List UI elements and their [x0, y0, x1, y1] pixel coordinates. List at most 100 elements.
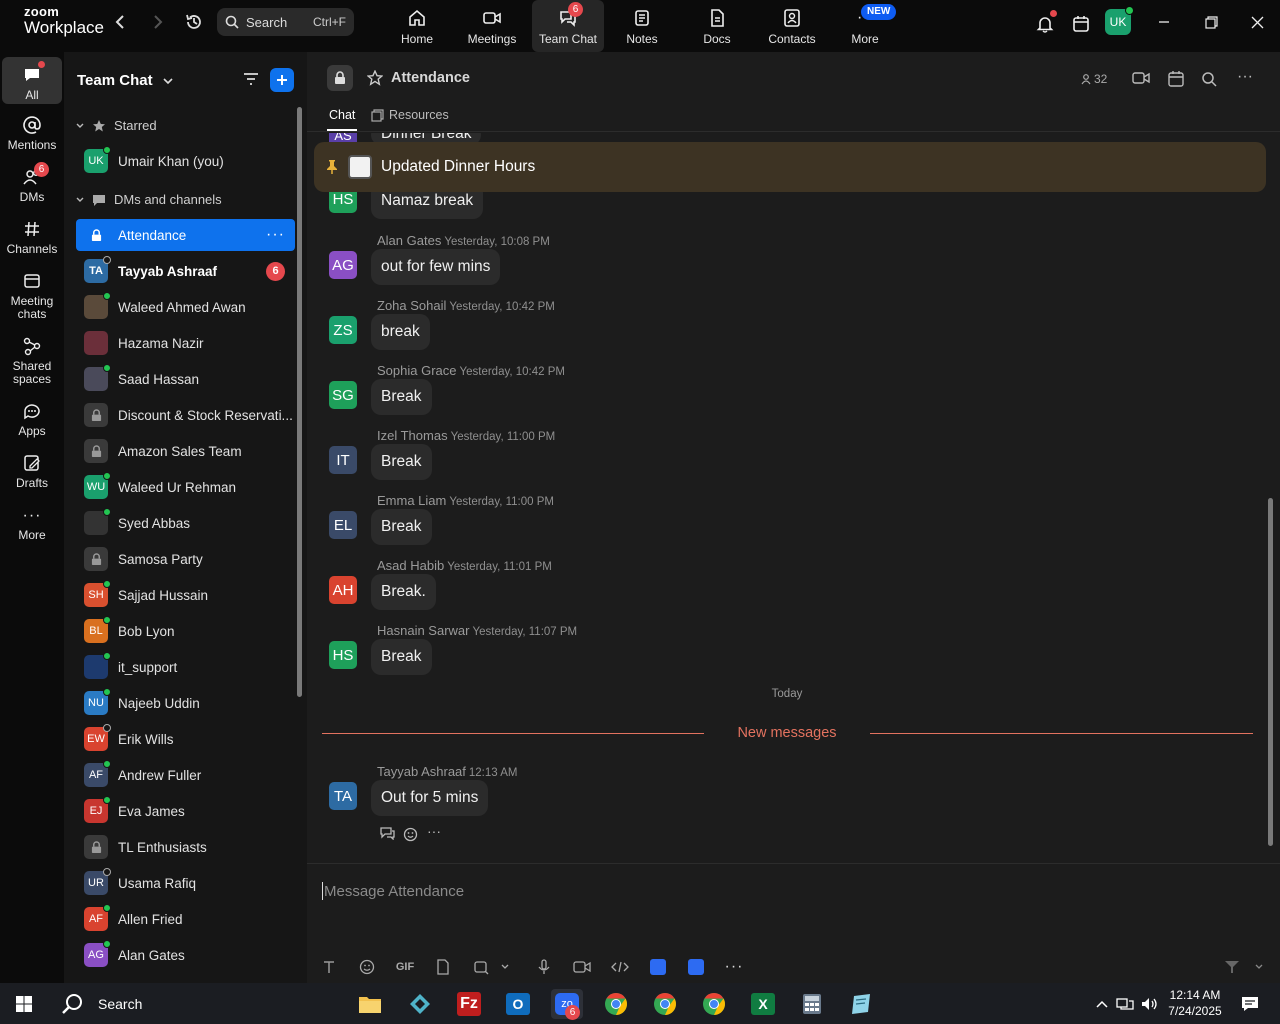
rail-all[interactable]: All: [2, 57, 62, 104]
sidebar-item-tl-enthusiasts[interactable]: TL Enthusiasts: [76, 831, 295, 863]
sender-name[interactable]: Asad Habib: [377, 558, 444, 573]
channel-more-icon[interactable]: ···: [1237, 68, 1253, 86]
avatar[interactable]: AG: [329, 251, 357, 279]
avatar[interactable]: HS: [329, 641, 357, 669]
taskbar-search[interactable]: Search: [50, 983, 350, 1024]
schedule-icon[interactable]: [1167, 70, 1185, 88]
outlook-icon[interactable]: O: [502, 989, 534, 1019]
minimize-icon[interactable]: [1150, 10, 1178, 34]
sender-name[interactable]: Izel Thomas: [377, 428, 448, 443]
sidebar-item-erik-wills[interactable]: EW Erik Wills: [76, 723, 295, 755]
sidebar-item-waleed-ur-rehman[interactable]: WU Waleed Ur Rehman: [76, 471, 295, 503]
filezilla-icon[interactable]: Fz: [453, 989, 485, 1019]
forward-arrow-icon[interactable]: [144, 10, 172, 34]
tab-meetings[interactable]: Meetings: [456, 0, 528, 52]
calendar-icon[interactable]: [1067, 12, 1095, 36]
send-icon[interactable]: [1221, 957, 1243, 977]
avatar[interactable]: ZS: [329, 316, 357, 344]
message-bubble[interactable]: Out for 5 mins: [371, 780, 489, 816]
pinned-message-banner[interactable]: Updated Dinner Hours: [314, 142, 1266, 192]
restore-icon[interactable]: [1197, 10, 1225, 34]
sender-name[interactable]: Sophia Grace: [377, 363, 457, 378]
volume-icon[interactable]: [1139, 989, 1161, 1019]
rail-dms[interactable]: 6 DMs: [0, 162, 64, 204]
sidebar-item-hazama-nazir[interactable]: Hazama Nazir: [76, 327, 295, 359]
code-snippet-icon[interactable]: [610, 957, 630, 977]
sidebar-item-najeeb-uddin[interactable]: NU Najeeb Uddin: [76, 687, 295, 719]
tab-resources[interactable]: Resources: [371, 108, 449, 122]
emoji-icon[interactable]: [357, 957, 377, 977]
sidebar-item-bob-lyon[interactable]: BL Bob Lyon: [76, 615, 295, 647]
screenshot-icon[interactable]: [471, 957, 491, 977]
calculator-icon[interactable]: [796, 989, 828, 1019]
tab-contacts[interactable]: Contacts: [756, 0, 828, 52]
back-arrow-icon[interactable]: [106, 10, 134, 34]
text-format-icon[interactable]: [319, 957, 339, 977]
sidebar-item-samosa-party[interactable]: Samosa Party: [76, 543, 295, 575]
reply-icon[interactable]: [379, 826, 395, 840]
app-diamond-icon[interactable]: [404, 989, 436, 1019]
new-chat-button[interactable]: [270, 68, 294, 92]
composer-more-icon[interactable]: ···: [724, 957, 744, 977]
rail-channels[interactable]: Channels: [0, 218, 64, 256]
message-bubble[interactable]: break: [371, 314, 430, 350]
action-center-icon[interactable]: [1234, 989, 1266, 1019]
attach-file-icon[interactable]: [433, 957, 453, 977]
rail-meeting-chats[interactable]: Meeting chats: [0, 270, 64, 321]
tab-more[interactable]: ··· More NEW: [829, 0, 901, 52]
avatar[interactable]: EL: [329, 511, 357, 539]
network-icon[interactable]: [1114, 989, 1136, 1019]
members-count[interactable]: 32: [1081, 72, 1107, 86]
starred-section-header[interactable]: Starred: [76, 118, 157, 133]
sidebar-item-waleed-ahmed-awan[interactable]: Waleed Ahmed Awan: [76, 291, 295, 323]
sidebar-item-tayyab-ashraaf[interactable]: TA Tayyab Ashraaf 6: [76, 255, 295, 287]
starred-item-umair-khan[interactable]: UK Umair Khan (you): [76, 145, 295, 177]
channel-title[interactable]: Attendance: [391, 70, 470, 86]
show-hidden-icons-chevron-icon[interactable]: [1093, 989, 1111, 1019]
message-bubble[interactable]: Break: [371, 639, 432, 675]
message-bubble[interactable]: Break: [371, 444, 432, 480]
sidebar-item-syed-abbas[interactable]: Syed Abbas: [76, 507, 295, 539]
tab-team-chat[interactable]: Team Chat 6: [532, 0, 604, 52]
gif-button[interactable]: GIF: [395, 957, 415, 977]
notepad-app-icon[interactable]: [845, 989, 877, 1019]
history-icon[interactable]: [180, 10, 208, 34]
video-message-icon[interactable]: [572, 957, 592, 977]
avatar[interactable]: TA: [329, 782, 357, 810]
sender-name[interactable]: Alan Gates: [377, 233, 441, 248]
app-icon-zoom[interactable]: [686, 957, 706, 977]
rail-drafts[interactable]: Drafts: [0, 452, 64, 490]
sidebar-item-andrew-fuller[interactable]: AF Andrew Fuller: [76, 759, 295, 791]
row-more-icon[interactable]: ···: [266, 226, 285, 244]
sidebar-item-it-support[interactable]: it_support: [76, 651, 295, 683]
sender-name[interactable]: Tayyab Ashraaf: [377, 764, 466, 779]
rail-apps[interactable]: Apps: [0, 400, 64, 438]
sidebar-item-sajjad-hussain[interactable]: SH Sajjad Hussain: [76, 579, 295, 611]
add-reaction-icon[interactable]: [403, 826, 419, 842]
channel-search-icon[interactable]: [1201, 71, 1217, 87]
message-bubble[interactable]: Break: [371, 379, 432, 415]
message-more-icon[interactable]: ···: [427, 823, 441, 839]
dms-section-header[interactable]: DMs and channels: [76, 192, 222, 207]
sidebar-item-usama-rafiq[interactable]: UR Usama Rafiq: [76, 867, 295, 899]
microphone-icon[interactable]: [534, 957, 554, 977]
message-bubble[interactable]: Break.: [371, 574, 436, 610]
message-scrollbar[interactable]: [1268, 498, 1273, 846]
sidebar-item-attendance[interactable]: Attendance ···: [76, 219, 295, 251]
sidebar-item-discount-stock-reservati[interactable]: Discount & Stock Reservati...: [76, 399, 295, 431]
video-call-icon[interactable]: [1132, 71, 1150, 85]
sender-name[interactable]: Emma Liam: [377, 493, 446, 508]
tab-docs[interactable]: Docs: [681, 0, 753, 52]
chrome-profile3-icon[interactable]: [698, 989, 730, 1019]
profile-avatar[interactable]: UK: [1105, 6, 1134, 35]
rail-more[interactable]: ··· More: [0, 504, 64, 542]
zoom-taskbar-icon[interactable]: zo 6: [551, 989, 583, 1020]
chrome-profile2-icon[interactable]: [649, 989, 681, 1019]
sender-name[interactable]: Hasnain Sarwar: [377, 623, 470, 638]
sidebar-item-alan-gates[interactable]: AG Alan Gates: [76, 939, 295, 971]
taskbar-clock[interactable]: 12:14 AM 7/24/2025: [1165, 987, 1225, 1019]
tab-chat[interactable]: Chat: [329, 108, 355, 122]
search-box[interactable]: Search Ctrl+F: [217, 8, 354, 36]
notifications-bell-icon[interactable]: [1031, 10, 1059, 36]
sidebar-item-saad-hassan[interactable]: Saad Hassan: [76, 363, 295, 395]
